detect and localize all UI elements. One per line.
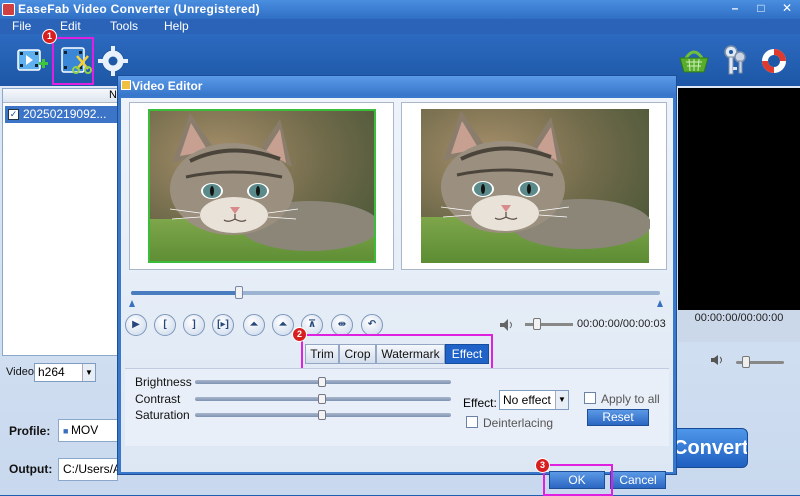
profile-select[interactable]: ■ MOV (58, 419, 118, 442)
effect-select-value: No effect (503, 393, 551, 407)
menu-edit[interactable]: Edit (60, 19, 81, 34)
step-badge-1: 1 (42, 29, 57, 44)
play-selection-button[interactable]: [▸] (212, 314, 234, 336)
output-label: Output: (9, 462, 53, 476)
menu-tools[interactable]: Tools (110, 19, 138, 34)
file-list-header[interactable]: N (3, 89, 121, 103)
add-video-icon[interactable] (14, 42, 50, 78)
output-path-field[interactable]: C:/Users/A (58, 458, 118, 481)
menu-bar: File Edit Tools Help (0, 19, 800, 34)
trim-end-marker[interactable] (657, 300, 663, 307)
chevron-down-icon[interactable]: ▼ (555, 391, 568, 409)
editor-time: 00:00:00/00:00:03 (577, 318, 666, 330)
video-editor-dialog: Video Editor ▶ [] [▸] ⏶ ⏶ ⊼ ⇹ ↶ 00:00:0… (117, 75, 677, 496)
profile-value: MOV (70, 423, 99, 437)
cat-image (421, 109, 650, 263)
dialog-title: Video Editor (132, 79, 203, 93)
video-label: Video: (6, 366, 37, 378)
cancel-button[interactable]: Cancel (610, 471, 666, 489)
step-badge-2: 2 (292, 327, 307, 342)
flip-horizontal-button[interactable]: ⇹ (331, 314, 353, 336)
original-video-frame[interactable] (148, 109, 376, 263)
convert-label: Convert (673, 437, 748, 459)
step-badge-3: 3 (535, 458, 550, 473)
dialog-title-bar: Video Editor (118, 76, 676, 96)
brightness-label: Brightness (135, 375, 192, 389)
dialog-client-area: ▶ [ ] [▸] ⏶ ⏶ ⊼ ⇹ ↶ 00:00:00/00:00:03 Tr… (121, 98, 673, 496)
seek-bar-progress (131, 291, 238, 295)
deinterlacing-label[interactable]: Deinterlacing (483, 416, 553, 430)
original-video-pane (129, 102, 394, 270)
output-video-pane (401, 102, 667, 270)
apply-to-all-label[interactable]: Apply to all (601, 392, 660, 406)
video-codec-value: h264 (38, 365, 65, 379)
set-start-button[interactable]: [ (154, 314, 176, 336)
dialog-icon (121, 80, 131, 90)
speaker-icon[interactable] (499, 317, 515, 333)
saturation-label: Saturation (135, 408, 190, 422)
gear-icon[interactable] (96, 42, 132, 78)
file-name: 20250219092... (23, 107, 107, 121)
brightness-slider-knob[interactable] (318, 377, 326, 387)
app-logo-icon (2, 3, 15, 16)
edit-button-highlight (52, 37, 94, 85)
menu-file[interactable]: File (12, 19, 31, 34)
flip-vertical-button[interactable]: ⏶ (243, 314, 265, 336)
file-checkbox[interactable]: ✓ (8, 109, 19, 120)
lifebuoy-icon[interactable] (756, 42, 792, 78)
editor-volume-knob[interactable] (533, 318, 541, 330)
minimize-button[interactable]: – (722, 0, 748, 17)
cat-image (150, 111, 374, 261)
seek-bar-knob[interactable] (235, 286, 243, 299)
output-video-frame[interactable] (420, 109, 650, 263)
reset-button[interactable]: Reset (587, 409, 649, 426)
title-bar: EaseFab Video Converter (Unregistered) –… (0, 0, 800, 19)
window-title: EaseFab Video Converter (Unregistered) (18, 2, 260, 16)
close-button[interactable]: ✕ (774, 0, 800, 17)
volume-icon[interactable] (710, 353, 724, 367)
deinterlacing-checkbox[interactable] (466, 416, 478, 428)
file-row[interactable]: ✓ 20250219092... (5, 106, 119, 123)
apply-to-all-checkbox[interactable] (584, 392, 596, 404)
volume-slider-knob[interactable] (742, 356, 750, 368)
saturation-slider-knob[interactable] (318, 410, 326, 420)
keys-icon[interactable] (718, 42, 754, 78)
shopping-basket-icon[interactable] (676, 42, 712, 78)
profile-format-icon: ■ (63, 426, 71, 436)
chevron-down-icon[interactable]: ▼ (82, 364, 95, 381)
file-list: N ✓ 20250219092... (2, 88, 121, 356)
rotate-left-button[interactable]: ⏶ (272, 314, 294, 336)
effect-label: Effect: (463, 396, 497, 410)
ok-button-highlight (543, 464, 613, 496)
video-codec-select[interactable]: h264 ▼ (34, 363, 96, 382)
trim-start-marker[interactable] (129, 300, 135, 307)
convert-button[interactable]: Convert (672, 428, 748, 468)
preview-screen (678, 88, 800, 310)
contrast-slider-knob[interactable] (318, 394, 326, 404)
contrast-label: Contrast (135, 392, 181, 406)
profile-label: Profile: (9, 424, 51, 438)
preview-time: 00:00:00/00:00:00 (694, 312, 784, 324)
effect-select[interactable]: No effect ▼ (499, 390, 569, 410)
menu-help[interactable]: Help (164, 19, 189, 34)
undo-button[interactable]: ↶ (361, 314, 383, 336)
play-button[interactable]: ▶ (125, 314, 147, 336)
set-end-button[interactable]: ] (183, 314, 205, 336)
tabs-highlight (301, 334, 493, 372)
maximize-button[interactable]: □ (748, 0, 774, 17)
